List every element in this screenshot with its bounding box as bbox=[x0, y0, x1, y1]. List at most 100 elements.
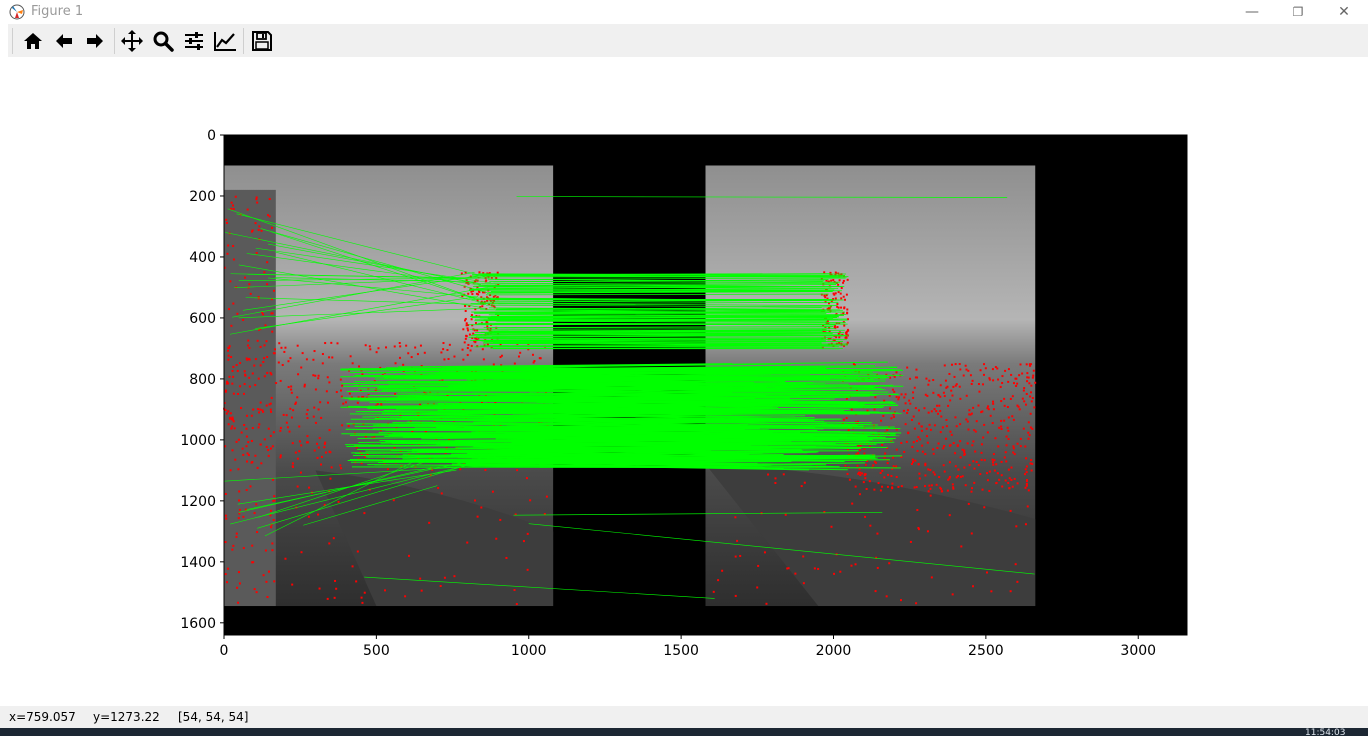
keypoint bbox=[270, 526, 272, 528]
keypoint bbox=[997, 379, 999, 381]
keypoint bbox=[225, 219, 227, 221]
keypoint bbox=[257, 467, 259, 469]
window-title-bar: Figure 1 — ❐ ✕ bbox=[0, 0, 1368, 24]
home-button[interactable] bbox=[19, 27, 47, 55]
keypoint bbox=[342, 403, 344, 405]
keypoint bbox=[735, 556, 737, 558]
keypoint bbox=[1023, 428, 1025, 430]
keypoint bbox=[236, 533, 238, 535]
keypoint bbox=[290, 389, 292, 391]
keypoint bbox=[942, 426, 944, 428]
keypoint bbox=[997, 472, 999, 474]
keypoint bbox=[890, 417, 892, 419]
keypoint bbox=[963, 454, 965, 456]
keypoint bbox=[532, 354, 534, 356]
keypoint bbox=[1008, 416, 1010, 418]
keypoint bbox=[233, 393, 235, 395]
keypoint bbox=[919, 477, 921, 479]
keypoint bbox=[265, 550, 267, 552]
keypoint bbox=[462, 359, 464, 361]
keypoint bbox=[307, 441, 309, 443]
keypoint bbox=[465, 310, 467, 312]
keypoint bbox=[273, 352, 275, 354]
keypoint bbox=[405, 345, 407, 347]
keypoint bbox=[900, 599, 902, 601]
keypoint bbox=[872, 464, 874, 466]
keypoint bbox=[1010, 510, 1012, 512]
keypoint bbox=[997, 445, 999, 447]
close-button[interactable]: ✕ bbox=[1321, 0, 1367, 24]
keypoint bbox=[486, 325, 488, 327]
save-button[interactable] bbox=[248, 27, 276, 55]
keypoint bbox=[272, 445, 274, 447]
keypoint bbox=[292, 442, 294, 444]
keypoint bbox=[258, 423, 260, 425]
keypoint bbox=[294, 403, 296, 405]
keypoint bbox=[248, 283, 250, 285]
keypoint bbox=[843, 419, 845, 421]
keypoint bbox=[921, 425, 923, 427]
keypoint bbox=[480, 507, 482, 509]
keypoint bbox=[394, 345, 396, 347]
keypoint bbox=[268, 455, 270, 457]
minimize-button[interactable]: — bbox=[1229, 0, 1275, 24]
keypoint bbox=[966, 395, 968, 397]
keypoint bbox=[319, 401, 321, 403]
keypoint bbox=[986, 407, 988, 409]
keypoint bbox=[1020, 445, 1022, 447]
keypoint bbox=[907, 409, 909, 411]
keypoint bbox=[939, 487, 941, 489]
keypoint bbox=[273, 290, 275, 292]
keypoint bbox=[440, 351, 442, 353]
keypoint bbox=[970, 374, 972, 376]
keypoint bbox=[237, 393, 239, 395]
figure-canvas[interactable]: 0500100015002000250030000200400600800100… bbox=[8, 57, 1368, 706]
keypoint bbox=[324, 342, 326, 344]
keypoint bbox=[471, 293, 473, 295]
keypoint bbox=[1021, 372, 1023, 374]
keypoint bbox=[239, 582, 241, 584]
keypoint bbox=[443, 358, 445, 360]
keypoint bbox=[255, 358, 257, 360]
pan-button[interactable] bbox=[118, 27, 146, 55]
keypoint bbox=[1030, 391, 1032, 393]
keypoint bbox=[830, 280, 832, 282]
keypoint bbox=[320, 464, 322, 466]
zoom-button[interactable] bbox=[149, 27, 177, 55]
x-tick-label: 3000 bbox=[1120, 643, 1156, 659]
keypoint bbox=[330, 342, 332, 344]
keypoint bbox=[241, 432, 243, 434]
keypoint bbox=[461, 273, 463, 275]
keypoint bbox=[516, 603, 518, 605]
keypoint bbox=[927, 468, 929, 470]
plot-svg[interactable]: 0500100015002000250030000200400600800100… bbox=[8, 57, 1368, 706]
keypoint bbox=[959, 363, 961, 365]
maximize-button[interactable]: ❐ bbox=[1275, 0, 1321, 24]
keypoint bbox=[1001, 375, 1003, 377]
keypoint bbox=[960, 545, 962, 547]
keypoint bbox=[1004, 405, 1006, 407]
keypoint bbox=[516, 469, 518, 471]
keypoint bbox=[384, 589, 386, 591]
keypoint bbox=[1015, 525, 1017, 527]
keypoint bbox=[250, 485, 252, 487]
y-tick-label: 1000 bbox=[180, 433, 216, 449]
keypoint bbox=[993, 408, 995, 410]
keypoint bbox=[312, 374, 314, 376]
forward-button[interactable] bbox=[81, 27, 109, 55]
edit-axis-button[interactable] bbox=[211, 27, 239, 55]
keypoint bbox=[266, 356, 268, 358]
keypoint bbox=[279, 456, 281, 458]
back-button[interactable] bbox=[50, 27, 78, 55]
keypoint bbox=[927, 384, 929, 386]
keypoint bbox=[448, 358, 450, 360]
keypoint bbox=[883, 476, 885, 478]
keypoint bbox=[945, 438, 947, 440]
keypoint bbox=[254, 455, 256, 457]
keypoint bbox=[297, 486, 299, 488]
keypoint bbox=[874, 408, 876, 410]
keypoint bbox=[437, 487, 439, 489]
keypoint bbox=[242, 319, 244, 321]
keypoint bbox=[340, 379, 342, 381]
configure-subplots-button[interactable] bbox=[180, 27, 208, 55]
